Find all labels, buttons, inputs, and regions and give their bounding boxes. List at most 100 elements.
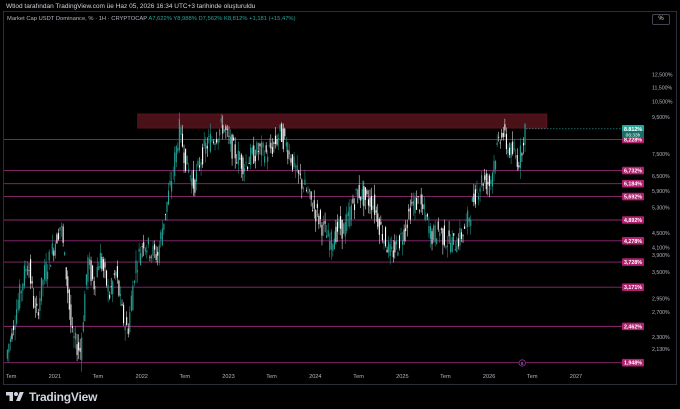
- candle-body: [326, 235, 328, 238]
- candle-body: [17, 299, 19, 310]
- candle-body: [247, 167, 249, 170]
- candle-body: [281, 123, 283, 142]
- candle-body: [515, 155, 517, 158]
- candle-body: [521, 153, 523, 156]
- candle-body: [62, 226, 64, 243]
- candle-body: [74, 332, 77, 340]
- candle-body: [302, 188, 304, 190]
- candle-body: [476, 189, 478, 191]
- candle-body: [501, 132, 503, 138]
- candle-body: [40, 277, 42, 302]
- candle-body: [39, 298, 41, 312]
- candle-body: [253, 145, 255, 164]
- candle-body: [222, 124, 224, 134]
- time-tick-label: Tem: [266, 374, 277, 380]
- time-tick-label: 2025: [396, 374, 408, 380]
- candle-body: [495, 160, 497, 170]
- candle-body: [68, 289, 70, 310]
- candle-body: [186, 155, 188, 165]
- candle-body: [200, 162, 202, 166]
- candle-body: [225, 126, 227, 131]
- time-tick-label: 2023: [222, 374, 234, 380]
- candle-body: [149, 256, 151, 258]
- candle-body: [276, 139, 278, 145]
- candle-body: [76, 344, 78, 355]
- candle-body: [20, 291, 22, 294]
- price-tick-label: 4,100%: [652, 245, 670, 251]
- candle-body: [374, 194, 376, 216]
- candle-body: [439, 232, 441, 236]
- candle-body: [82, 322, 84, 332]
- candle-body: [31, 281, 33, 284]
- candle-body: [71, 326, 73, 329]
- candle-body: [121, 304, 123, 306]
- brand-name: TradingView: [29, 390, 98, 404]
- time-tick-label: 2022: [135, 374, 147, 380]
- candle-body: [433, 225, 435, 240]
- candle-body: [470, 219, 472, 226]
- candle-body: [26, 266, 29, 275]
- candle-body: [51, 243, 53, 255]
- candle-body: [315, 210, 317, 222]
- candle-body: [361, 189, 363, 199]
- candle-body: [479, 188, 481, 192]
- candle-body: [158, 245, 160, 263]
- candle-body: [318, 215, 320, 225]
- time-tick-label: Tem: [527, 374, 538, 380]
- price-tick-label: 11,500%: [652, 86, 672, 92]
- candle-body: [169, 180, 171, 186]
- candle-body: [397, 252, 399, 256]
- candle-body: [42, 279, 44, 286]
- candle-body: [242, 157, 244, 175]
- candle-body: [355, 188, 357, 191]
- candle-body: [510, 143, 512, 158]
- candle-body: [217, 139, 219, 144]
- price-chart[interactable]: 12,500% 11,500% 10,500% 9,500% 7,500% 6,500% 5…: [0, 0, 680, 409]
- candle-body: [101, 256, 103, 269]
- candle-body: [504, 124, 506, 131]
- candle-body: [30, 259, 32, 284]
- candle-body: [143, 242, 145, 249]
- candle-body: [481, 175, 483, 186]
- candle-body: [409, 207, 411, 220]
- candle-body: [102, 259, 104, 271]
- time-tick-label: Tem: [440, 374, 451, 380]
- candle-body: [45, 262, 47, 282]
- candle-body: [400, 233, 402, 235]
- candle-body: [19, 284, 21, 309]
- time-tick-label: 2027: [570, 374, 582, 380]
- candle-body: [219, 129, 221, 136]
- candle-body: [287, 150, 289, 159]
- candle-body: [327, 230, 329, 237]
- candle-body: [124, 327, 126, 330]
- candle-body: [434, 225, 436, 243]
- candle-body: [350, 205, 352, 220]
- candle-body: [12, 325, 15, 331]
- candle-body: [264, 156, 266, 163]
- price-tick-label: 2,950%: [652, 296, 670, 302]
- candle-body: [505, 133, 507, 150]
- tradingview-logo[interactable]: TradingView: [4, 389, 97, 405]
- candle-body: [36, 303, 38, 306]
- candle-body: [408, 209, 410, 212]
- candle-body: [446, 245, 449, 247]
- level-tag-label: 6,732%: [624, 169, 642, 175]
- countdown-label: 06:33h: [626, 132, 641, 138]
- candle-body: [64, 252, 66, 256]
- time-tick-label: Tem: [93, 374, 104, 380]
- candle-body: [518, 165, 520, 168]
- candle-body: [254, 155, 256, 162]
- candle-body: [512, 141, 514, 155]
- level-tag-label: 3,171%: [624, 285, 642, 291]
- candle-body: [163, 223, 165, 230]
- candle-body: [474, 189, 476, 205]
- candle-body: [123, 304, 125, 324]
- level-tag-label: 8,228%: [624, 137, 642, 143]
- candle-body: [357, 189, 359, 204]
- candle-body: [422, 204, 424, 209]
- candle-body: [375, 210, 377, 213]
- candle-body: [321, 224, 323, 236]
- candle-body: [98, 266, 100, 271]
- candle-body: [389, 244, 391, 257]
- candle-body: [160, 232, 162, 240]
